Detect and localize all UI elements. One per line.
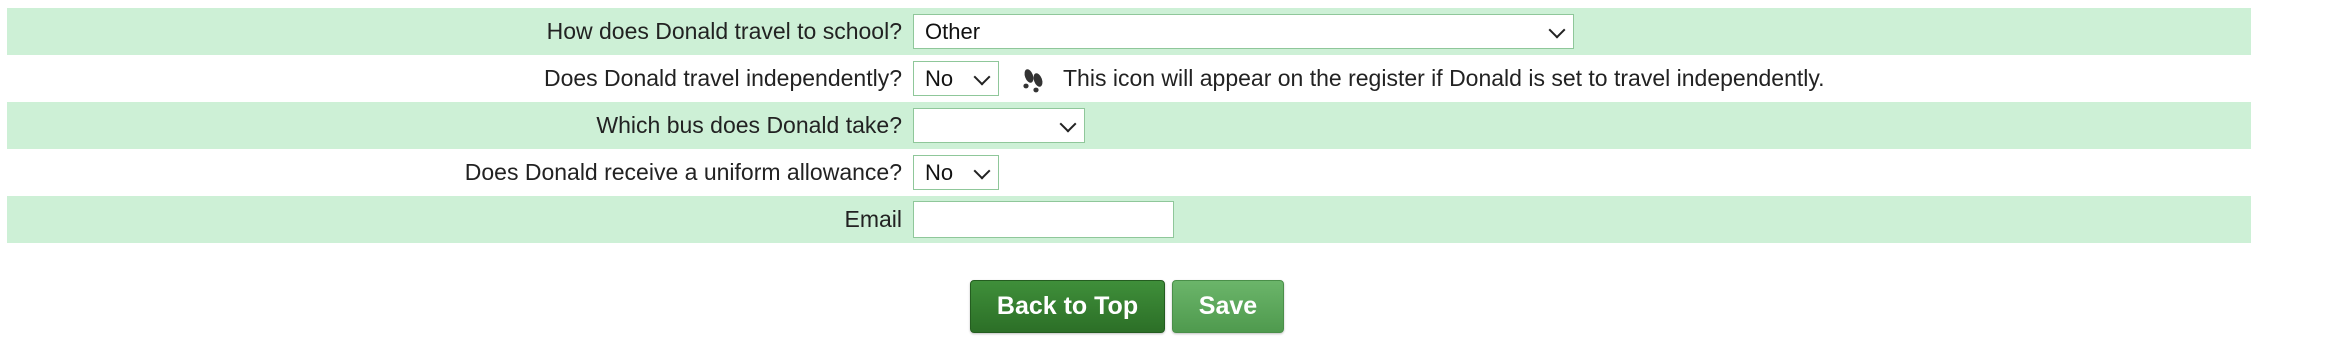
uniform-allowance-label: Does Donald receive a uniform allowance? [464, 159, 902, 185]
travel-method-select[interactable]: Other [913, 14, 1574, 49]
email-row: Email [7, 196, 2251, 243]
uniform-allowance-control: No [913, 155, 999, 190]
email-control [913, 201, 1174, 238]
independent-travel-note: This icon will appear on the register if… [1063, 65, 1825, 91]
student-details-form: How does Donald travel to school? Other … [7, 8, 2251, 243]
footprints-icon [1023, 68, 1043, 92]
travel-method-control: Other [913, 14, 1574, 49]
bus-row: Which bus does Donald take? [7, 102, 2251, 149]
uniform-allowance-row: Does Donald receive a uniform allowance?… [7, 149, 2251, 196]
travel-independently-select[interactable]: No [913, 61, 999, 96]
travel-independently-control: No This icon will appear on the register… [913, 61, 1825, 96]
travel-method-label: How does Donald travel to school? [546, 18, 902, 44]
chevron-down-icon [973, 162, 991, 179]
back-to-top-button[interactable]: Back to Top [970, 280, 1165, 333]
email-label: Email [844, 206, 902, 232]
chevron-down-icon [1059, 115, 1077, 132]
save-button[interactable]: Save [1172, 280, 1284, 333]
bus-select[interactable] [913, 108, 1085, 143]
form-actions: Back to Top Save [970, 280, 1284, 333]
travel-independently-row: Does Donald travel independently? No Thi… [7, 55, 2251, 102]
travel-independently-value: No [925, 65, 954, 91]
uniform-allowance-select[interactable]: No [913, 155, 999, 190]
bus-control [913, 108, 1085, 143]
travel-method-value: Other [925, 18, 981, 44]
chevron-down-icon [973, 68, 991, 85]
email-field[interactable] [913, 201, 1174, 238]
uniform-allowance-value: No [925, 159, 954, 185]
travel-independently-label: Does Donald travel independently? [543, 65, 902, 91]
travel-method-row: How does Donald travel to school? Other [7, 8, 2251, 55]
bus-label: Which bus does Donald take? [596, 112, 902, 138]
chevron-down-icon [1548, 21, 1566, 38]
